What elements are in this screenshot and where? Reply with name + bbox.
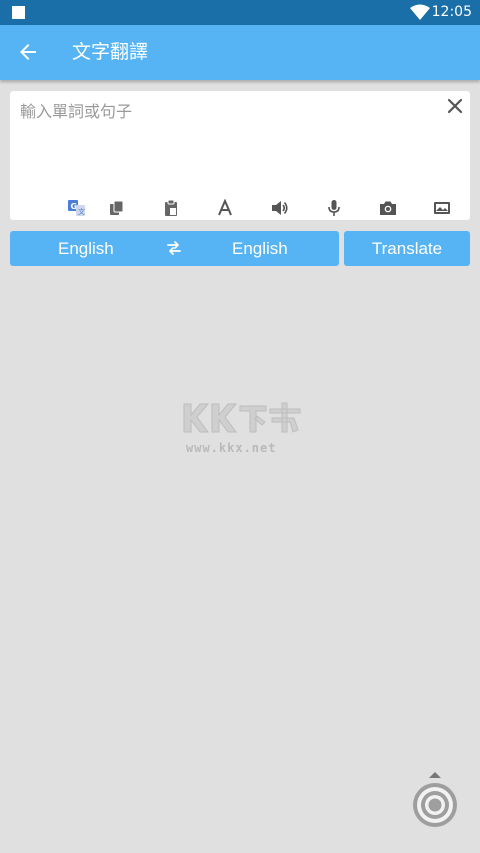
swap-icon[interactable] (166, 240, 182, 256)
microphone-icon[interactable] (325, 199, 343, 217)
watermark-url: www.kkx.net (186, 441, 277, 455)
language-selector-bar: English English (10, 231, 339, 266)
status-time: 12:05 (431, 4, 472, 20)
svg-text:文: 文 (78, 207, 85, 216)
app-bar: 文字翻譯 (0, 25, 480, 80)
camera-icon[interactable] (379, 199, 397, 217)
page-title: 文字翻譯 (72, 41, 149, 63)
translate-icon[interactable]: G 文 (68, 199, 86, 217)
translate-button[interactable]: Translate (344, 231, 470, 266)
speaker-icon[interactable] (270, 199, 288, 217)
copy-icon[interactable] (108, 199, 126, 217)
status-bar: 12:05 (0, 0, 480, 25)
target-icon[interactable] (410, 770, 460, 830)
watermark: www.kkx.net (182, 400, 302, 460)
square-icon (12, 6, 25, 19)
paste-icon[interactable] (162, 199, 180, 217)
arrow-left-icon[interactable] (16, 40, 40, 64)
image-icon[interactable] (433, 199, 451, 217)
input-card: G 文 (10, 91, 470, 220)
target-language-button[interactable]: English (232, 238, 288, 260)
watermark-logo (183, 402, 301, 433)
source-language-button[interactable]: English (58, 238, 114, 260)
source-text-input[interactable] (20, 101, 435, 191)
wifi-icon (410, 4, 430, 20)
font-icon[interactable] (216, 199, 234, 217)
close-icon[interactable] (446, 97, 464, 115)
input-toolbar: G 文 (10, 199, 470, 219)
